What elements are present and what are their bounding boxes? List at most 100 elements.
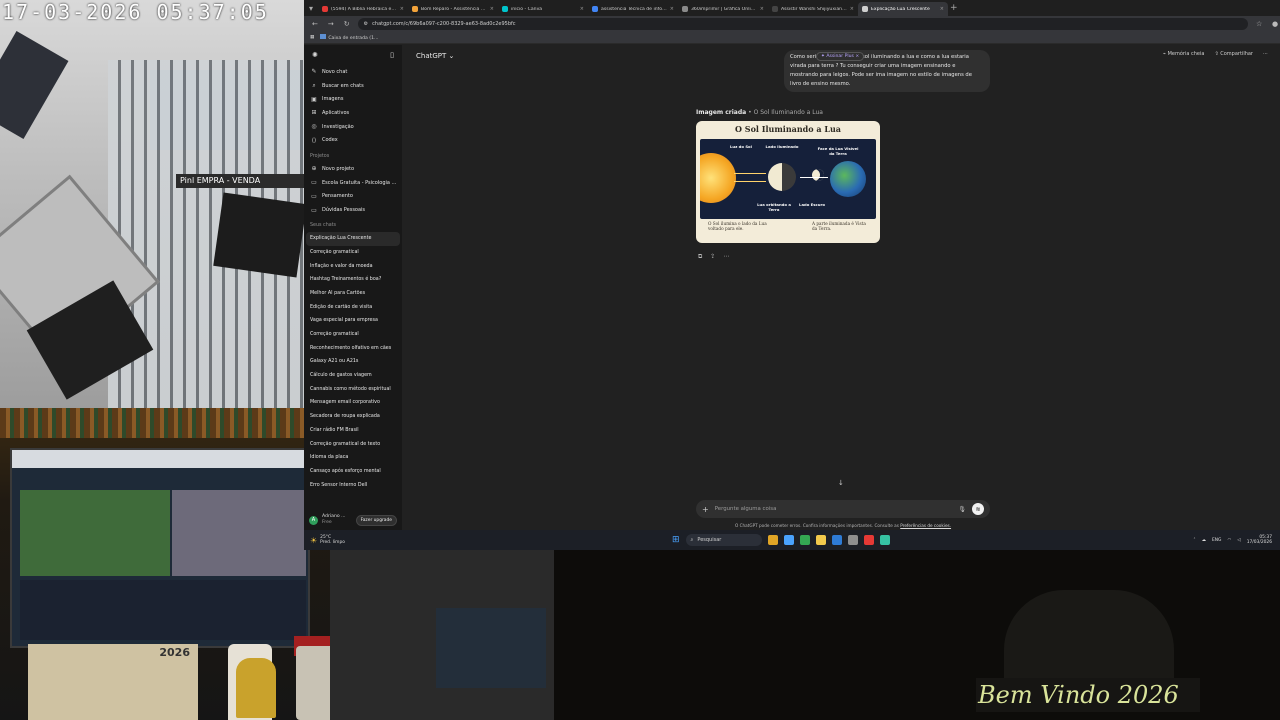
close-sidebar-icon[interactable]: ▯ (390, 51, 394, 59)
browser-tab[interactable]: 360imprimir | Gráfica Online, I × (678, 2, 768, 16)
code-icon: ⟨⟩ (311, 136, 317, 144)
voice-mode-button[interactable]: ≋ (972, 503, 984, 515)
taskbar-app-icon[interactable] (799, 535, 810, 545)
chat-history-item[interactable]: Cansaço após esforço mental (304, 465, 402, 479)
site-info-icon[interactable]: ⚙ (364, 21, 368, 27)
chat-history-item[interactable]: Vaga especial para empresa (304, 314, 402, 328)
chat-history-item[interactable]: Erro Sensor Interno Dell (304, 478, 402, 492)
chat-history-item[interactable]: Cannabis como método espiritual (304, 382, 402, 396)
taskbar-app-icon[interactable] (863, 535, 874, 545)
chat-history-item[interactable]: Edição de cartão de visita (304, 300, 402, 314)
tab-close-icon[interactable]: × (760, 6, 764, 12)
cloud-icon[interactable]: ☁ (1202, 538, 1206, 543)
sidebar-item[interactable]: ◎ Investigação (304, 120, 402, 134)
chat-history-item[interactable]: Hashtag Treinamentos é boa? (304, 273, 402, 287)
taskbar-app-icon[interactable] (783, 535, 794, 545)
tab-close-icon[interactable]: × (580, 6, 584, 12)
more-options-icon[interactable]: ⋯ (1263, 51, 1268, 57)
chat-history-item[interactable]: Galaxy A21 ou A21s (304, 355, 402, 369)
user-menu[interactable]: A Adriano ... Free Fazer upgrade (304, 510, 402, 530)
sidebar-item[interactable]: ⊞ Aplicativos (304, 106, 402, 120)
taskbar-search[interactable]: ⌕ Pesquisar (685, 534, 762, 546)
user-plan: Free (322, 520, 332, 525)
sidebar-item[interactable]: ⊕ Novo projeto (304, 162, 402, 176)
new-tab-icon[interactable]: + (950, 3, 958, 13)
tab-close-icon[interactable]: × (940, 6, 944, 12)
browser-tab[interactable]: assistencia Técnica de informat × (588, 2, 678, 16)
chatgpt-logo-icon[interactable]: ✺ (312, 51, 318, 59)
sidebar-item[interactable]: ✎ Novo chat (304, 65, 402, 79)
taskbar-app-icon[interactable] (847, 535, 858, 545)
model-selector[interactable]: ChatGPT ⌄ (416, 52, 454, 60)
reload-icon[interactable]: ↻ (342, 20, 352, 28)
image-title: O Sol Iluminando a Lua (735, 124, 841, 134)
weather-widget[interactable]: ☀ 25°C Pred. limpo (304, 535, 664, 546)
attach-plus-icon[interactable]: + (702, 505, 709, 514)
more-icon[interactable]: ⋯ (723, 253, 729, 261)
chat-history-item[interactable]: Correção gramatical de texto (304, 437, 402, 451)
mic-icon[interactable]: 🎙 (958, 506, 966, 513)
tab-close-icon[interactable]: × (490, 6, 494, 12)
browser-tab[interactable]: Explicação Lua Crescente × (858, 2, 948, 16)
browser-tab[interactable]: (5594) A Bíblia Hebraica em 4 × (318, 2, 408, 16)
windows-start-icon[interactable]: ⊞ (672, 535, 680, 545)
clock[interactable]: 05:37 17/03/2026 (1247, 535, 1272, 546)
browser-tab[interactable]: Bom Reparo - Assistência Técn × (408, 2, 498, 16)
volume-icon[interactable]: ◁ (1237, 538, 1240, 543)
chat-history-item[interactable]: Correção gramatical (304, 246, 402, 260)
search-icon: ⌕ (690, 537, 694, 543)
sidebar-item[interactable]: ▭ Escola Gratuita - Psicologia ... (304, 176, 402, 190)
sidebar-item[interactable]: ▭ Pensamento (304, 190, 402, 204)
scroll-down-icon[interactable]: ↓ (838, 479, 844, 487)
composer: + 🎙 ≋ (696, 500, 990, 518)
language[interactable]: ENG (1212, 538, 1221, 543)
bookmark-star-icon[interactable]: ☆ (1254, 20, 1264, 28)
tab-close-icon[interactable]: × (400, 6, 404, 12)
chat-history-item[interactable]: Secadora de roupa explicada (304, 410, 402, 424)
taskbar-app-icon[interactable] (767, 535, 778, 545)
chat-history-item[interactable]: Cálculo de gastos viagem (304, 369, 402, 383)
chat-history-item[interactable]: Reconhecimento olfativo em cães (304, 341, 402, 355)
chat-history-item[interactable]: Melhor AI para Cartões (304, 287, 402, 301)
generated-image[interactable]: O Sol Iluminando a Lua Luz do Sol Lado I… (696, 121, 880, 243)
forward-icon[interactable]: → (326, 20, 336, 28)
sidebar-item[interactable]: ▣ Imagens (304, 92, 402, 106)
browser-tab[interactable]: início - Canva × (498, 2, 588, 16)
chats-list: Explicação Lua Crescente Correção gramati… (304, 231, 402, 492)
chat-sidebar: ✺ ▯ ✎ Novo chat ⌕ Buscar em chats ▣ Imagens ⊞ A… (304, 45, 402, 530)
browser-tab[interactable]: Assistir Wanshi Shijiyuxian Epi × (768, 2, 858, 16)
profile-icon[interactable]: ● (1270, 20, 1280, 28)
bookmark-item[interactable]: Caixa de entrada (1... (320, 34, 378, 41)
tab-close-icon[interactable]: × (850, 6, 854, 12)
tab-search-icon[interactable]: ▾ (304, 0, 318, 16)
share-button[interactable]: ⇧ Compartilhar (1214, 51, 1253, 57)
tray-chevron-icon[interactable]: ˄ (1193, 538, 1195, 543)
apps-grid-icon[interactable]: ▦ (310, 35, 314, 40)
wifi-icon[interactable]: ◠ (1227, 538, 1231, 543)
capture-frame: Pinl EMPRA - VENDA 17-03-2026 05:37:05 2… (0, 0, 1280, 720)
chat-history-item[interactable]: Explicação Lua Crescente (306, 231, 400, 246)
user-info: Adriano ... Free (322, 514, 346, 526)
projects-list: ⊕ Novo projeto ▭ Escola Gratuita - Psicolog… (304, 162, 402, 217)
sidebar-item[interactable]: ⟨⟩ Codex (304, 133, 402, 147)
share-icon[interactable]: ⇪ (710, 253, 715, 261)
chat-history-item[interactable]: Correção gramatical (304, 328, 402, 342)
taskbar-app-icon[interactable] (815, 535, 826, 545)
upgrade-button[interactable]: Fazer upgrade (355, 514, 397, 526)
memory-status[interactable]: ⌁ Memória cheia (1163, 51, 1204, 57)
chat-history-item[interactable]: Idioma da placa (304, 451, 402, 465)
chat-history-item[interactable]: Mensagem email corporativo (304, 396, 402, 410)
tab-close-icon[interactable]: × (670, 6, 674, 12)
cookie-preferences-link[interactable]: Preferências de cookies. (900, 523, 951, 528)
prompt-input[interactable] (714, 506, 953, 512)
chat-history-item[interactable]: Inflação e valor da moeda (304, 259, 402, 273)
address-bar[interactable]: ⚙ chatgpt.com/c/69b6a097-c200-8329-ae63-… (357, 18, 1249, 30)
chat-history-item[interactable]: Criar rádio FM Brasil (304, 424, 402, 438)
taskbar-app-icon[interactable] (879, 535, 890, 545)
back-icon[interactable]: ← (310, 20, 320, 28)
copy-icon[interactable]: ⧉ (698, 253, 702, 261)
plus-upgrade-pill[interactable]: ✦ Assinar Plus × (816, 52, 865, 61)
sidebar-item[interactable]: ▭ Dúvidas Pessoais (304, 203, 402, 217)
taskbar-app-icon[interactable] (831, 535, 842, 545)
sidebar-item[interactable]: ⌕ Buscar em chats (304, 79, 402, 93)
